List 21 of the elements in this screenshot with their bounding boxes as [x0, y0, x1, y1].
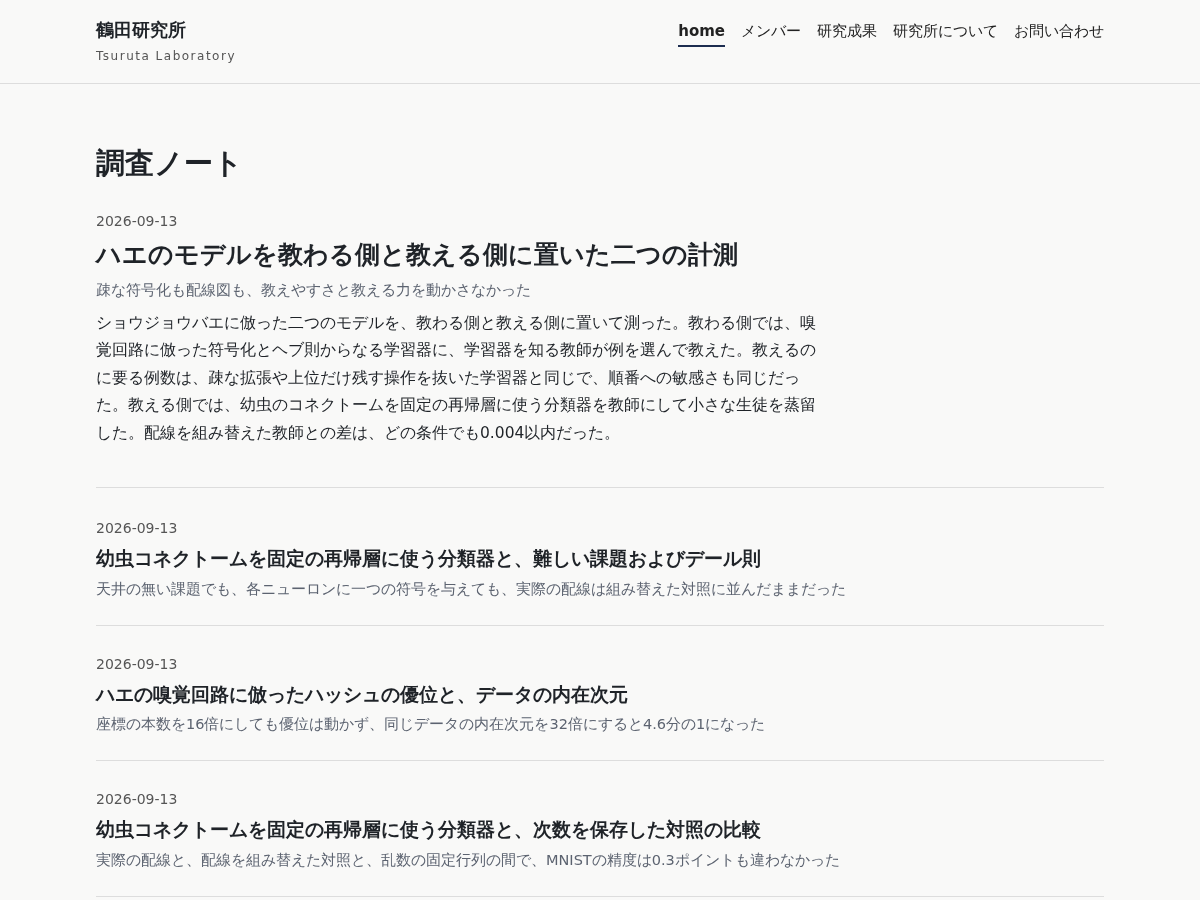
- nav-link[interactable]: 研究成果: [817, 20, 877, 47]
- post-date: 2026-09-13: [96, 790, 179, 810]
- post-title[interactable]: ハエの嗅覚回路に倣ったハッシュの優位と、データの内在次元: [96, 682, 1104, 706]
- post-title[interactable]: ハエのモデルを教わる側と教える側に置いた二つの計測: [96, 239, 1104, 270]
- site-title[interactable]: 鶴田研究所: [96, 16, 236, 43]
- post-date: 2026-09-13: [96, 519, 179, 539]
- nav-link[interactable]: home: [678, 20, 725, 47]
- post-summary: 座標の本数を16倍にしても優位は動かず、同じデータの内在次元を32倍にすると4.6分の1になった: [96, 715, 767, 735]
- nav-link[interactable]: お問い合わせ: [1014, 20, 1104, 47]
- page-title: 調査ノート: [96, 146, 244, 181]
- post-title[interactable]: 幼虫コネクトームを固定の再帰層に使う分類器と、次数を保存した対照の比較: [96, 818, 1104, 841]
- post-date: 2026-09-13: [96, 211, 179, 231]
- post-body: ショウジョウバエに倣った二つのモデルを、教わる側と教える側に置いて測った。教わる側では、嗅覚回路に倣った符号化とヘブ則からなる学習器に、学習器を知る教師が例を選んで教えた。教えるのに要る例数は、疎な拡張や上位だけ残す操作を抜いた学習器と同じで、順番への敏感さも同じだった。教える側では、幼虫のコネクトームを固定の再帰層に使う分類器を教師にして小さな生徒を蒸留した。配線を組み替えた教師との差は、どの条件でも0.004以内だった。: [96, 312, 817, 444]
- post-summary: 天井の無い課題でも、各ニューロンに一つの符号を与えても、実際の配線は組み替えた対照に並んだままだった: [96, 579, 847, 599]
- nav-link[interactable]: メンバー: [741, 20, 801, 47]
- post-summary: 疎な符号化も配線図も、教えやすさと教える力を動かさなかった: [96, 280, 532, 300]
- post-summary: 実際の配線と、配線を組み替えた対照と、乱数の固定行列の間で、MNISTの精度は0.3ポイントも違わなかった: [96, 850, 841, 870]
- nav-link[interactable]: 研究所について: [893, 20, 998, 47]
- post-date: 2026-09-13: [96, 654, 179, 674]
- post-title[interactable]: 幼虫コネクトームを固定の再帰層に使う分類器と、難しい課題およびデール則: [96, 547, 1104, 570]
- site-subtitle: Tsuruta Laboratory: [96, 48, 236, 65]
